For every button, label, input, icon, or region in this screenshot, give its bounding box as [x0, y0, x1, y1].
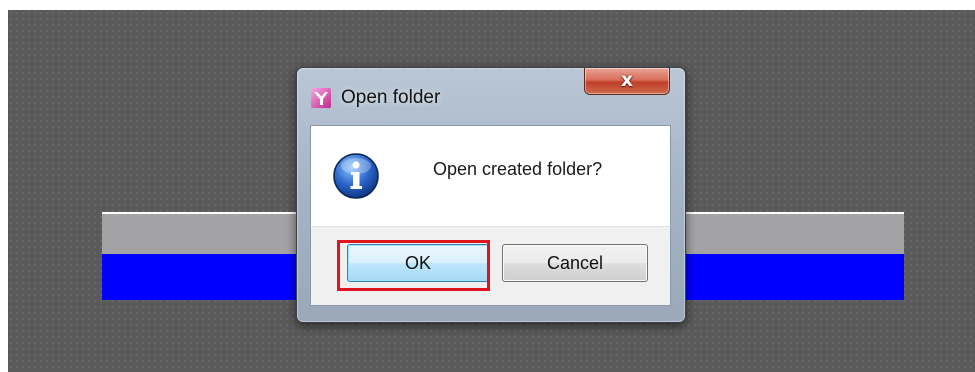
close-button[interactable]: x — [584, 68, 670, 95]
dialog-message: Open created folder? — [433, 159, 603, 179]
dialog-button-area: OK Cancel — [310, 226, 671, 306]
information-icon — [333, 153, 379, 199]
cancel-button[interactable]: Cancel — [502, 244, 648, 282]
open-folder-dialog: Open folder x Open created folder? OK Ca… — [296, 67, 686, 323]
ok-button[interactable]: OK — [347, 244, 489, 282]
close-icon: x — [620, 69, 634, 91]
dialog-titlebar[interactable]: Open folder x — [297, 68, 685, 120]
app-logo-icon — [311, 88, 331, 108]
dialog-content: Open created folder? — [310, 125, 671, 226]
dialog-title: Open folder — [341, 87, 441, 108]
